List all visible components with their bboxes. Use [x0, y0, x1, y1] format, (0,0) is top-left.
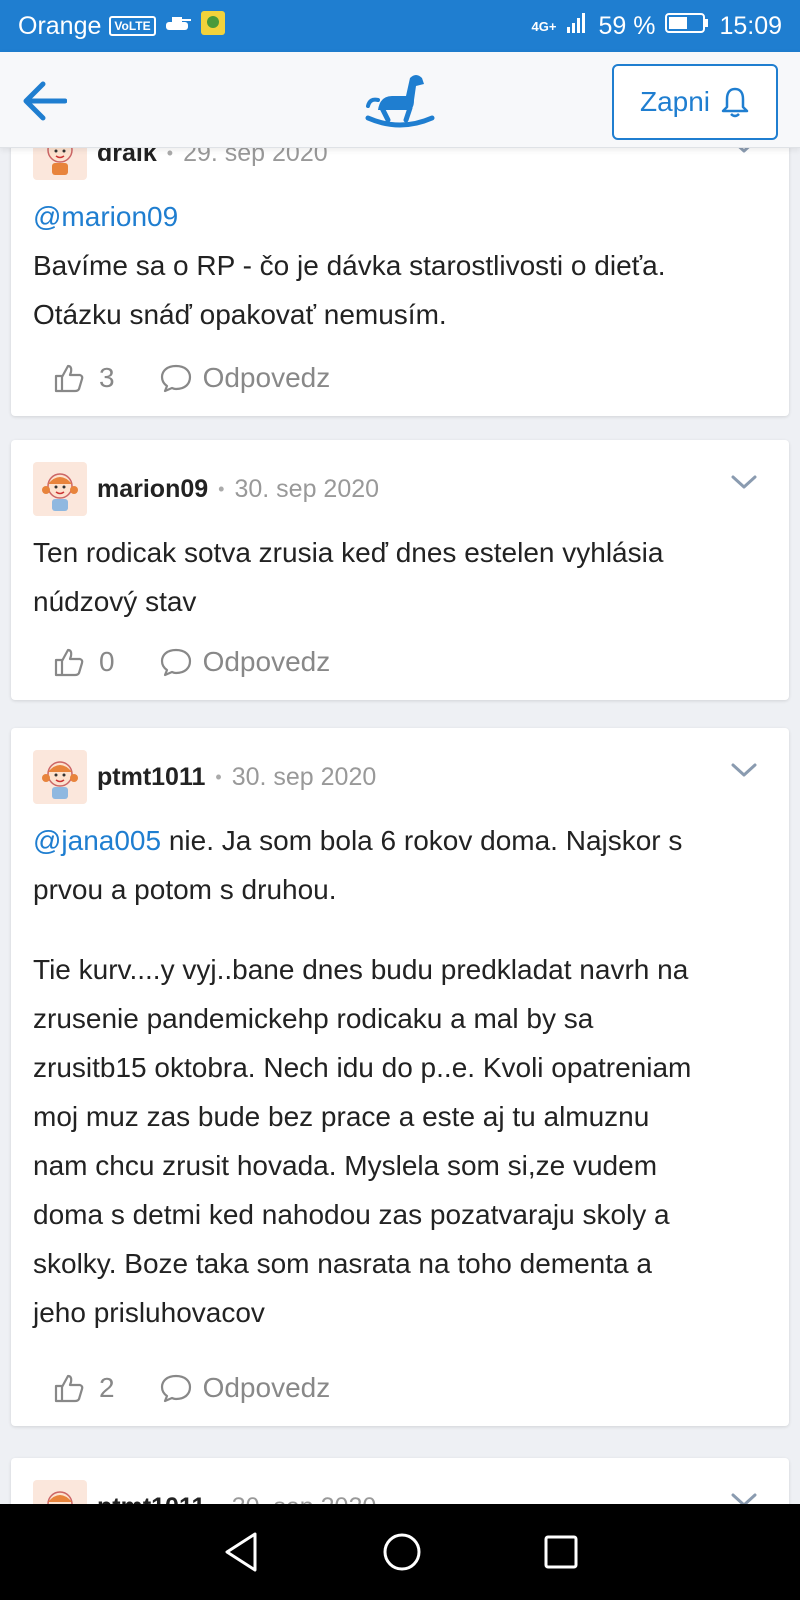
- comment-line: zrusitb15 oktobra. Nech idu do p..e. Kvo…: [33, 1052, 692, 1083]
- comment-card: marion09 • 30. sep 2020 Ten rodicak sotv…: [11, 440, 789, 700]
- speech-bubble-icon: [160, 1374, 191, 1403]
- chevron-down-icon[interactable]: [729, 472, 759, 492]
- comment-body: @marion09 Bavíme sa o RP - čo je dávka s…: [33, 192, 763, 339]
- nav-recents-icon[interactable]: [543, 1534, 579, 1570]
- comment-card: ptmt1011 • 30. sep 2020: [11, 1458, 789, 1504]
- avatar[interactable]: [33, 148, 87, 180]
- comment-line: Otázku snáď opakovať nemusím.: [33, 299, 447, 330]
- follow-label: Zapni: [639, 86, 711, 117]
- comment-header: ptmt1011 • 30. sep 2020: [33, 750, 376, 804]
- girl-avatar-icon: [42, 473, 78, 511]
- comment-line: Tie kurv....y vyj..bane dnes budu predkl…: [33, 954, 689, 985]
- separator-dot: •: [218, 478, 225, 499]
- reply-button[interactable]: Odpovedz: [159, 646, 331, 678]
- thumbs-up-icon[interactable]: [53, 1372, 85, 1404]
- separator-dot: •: [166, 148, 174, 163]
- back-button[interactable]: [18, 76, 70, 126]
- thumbs-up-icon[interactable]: [53, 362, 85, 394]
- comment-line: doma s detmi ked nahodou zas pozatvaraju…: [33, 1199, 670, 1230]
- avatar[interactable]: [33, 462, 87, 516]
- comment-body: Ten rodicak sotva zrusia keď dnes estele…: [33, 528, 763, 626]
- follow-button[interactable]: Zapni: [612, 64, 778, 140]
- clock: 15:09: [719, 11, 782, 40]
- comment-card: ptmt1011 • 30. sep 2020 @jana005 nie. Ja…: [11, 728, 789, 1426]
- comment-header: marion09 • 30. sep 2020: [33, 462, 379, 516]
- nav-home-icon[interactable]: [382, 1532, 422, 1572]
- comment-author[interactable]: ptmt1011: [97, 1493, 205, 1505]
- comment-author[interactable]: ptmt1011: [97, 763, 205, 792]
- comment-header: ptmt1011 • 30. sep 2020: [33, 1480, 376, 1504]
- girl-avatar-icon: [47, 1491, 73, 1504]
- comment-date: 30. sep 2020: [232, 1493, 377, 1505]
- comment-date: 29. sep 2020: [183, 148, 328, 167]
- comment-line: @jana005 nie. Ja som bola 6 rokov doma. …: [33, 816, 763, 865]
- comment-line: moj muz zas bude bez prace a este aj tu …: [33, 1101, 650, 1132]
- home-logo[interactable]: [364, 70, 436, 130]
- comment-line: nam chcu zrusit hovada. Myslela som si,z…: [33, 1150, 658, 1181]
- status-bar: Orange VoLTE 4G+ 59 % 15:09: [0, 0, 800, 52]
- reply-label: Odpovedz: [202, 362, 331, 393]
- avatar[interactable]: [33, 750, 87, 804]
- nav-back-icon[interactable]: [221, 1530, 261, 1574]
- battery-percent: 59 %: [598, 11, 656, 40]
- reply-label: Odpovedz: [202, 646, 331, 677]
- like-count: 2: [99, 1372, 115, 1403]
- comment-line: núdzový stav: [33, 586, 197, 617]
- rocking-horse-icon: [365, 75, 435, 128]
- comment-line: jeho prisluhovacov: [33, 1297, 265, 1328]
- girl-avatar-icon: [47, 148, 73, 175]
- reply-label: Odpovedz: [202, 1372, 331, 1403]
- reply-button[interactable]: Odpovedz: [159, 362, 331, 394]
- arrow-left-icon: [23, 81, 67, 121]
- app-bar: Zapni: [0, 52, 800, 148]
- like-count: 3: [99, 362, 115, 393]
- speech-bubble-icon: [160, 364, 191, 393]
- carrier-name: Orange: [18, 11, 102, 40]
- comment-feed[interactable]: draik • 29. sep 2020 @marion09 Bavíme sa…: [0, 148, 800, 1504]
- avatar[interactable]: [33, 1480, 87, 1504]
- like-count: 0: [99, 646, 115, 677]
- comment-body: @jana005 nie. Ja som bola 6 rokov doma. …: [33, 816, 763, 1337]
- comment-card: draik • 29. sep 2020 @marion09 Bavíme sa…: [11, 148, 789, 416]
- mention-link[interactable]: @marion09: [33, 192, 763, 241]
- comment-date: 30. sep 2020: [231, 762, 377, 791]
- comment-actions: 3 Odpovedz: [53, 358, 330, 398]
- chevron-down-icon[interactable]: [729, 1490, 759, 1504]
- girl-avatar-icon: [42, 761, 78, 799]
- comment-line: zrusenie pandemickehp rodicaku a mal by …: [33, 1003, 594, 1034]
- comment-actions: 2 Odpovedz: [53, 1368, 330, 1408]
- thumbs-up-icon[interactable]: [53, 646, 85, 678]
- comment-line: skolky. Boze taka som nasrata na toho de…: [33, 1248, 652, 1279]
- signal-icon: [566, 12, 588, 41]
- network-type: 4G+: [531, 18, 557, 34]
- comment-author[interactable]: marion09: [97, 475, 208, 504]
- comment-text: nie. Ja som bola 6 rokov doma. Najskor s: [161, 825, 683, 856]
- volte-badge: VoLTE: [109, 16, 156, 36]
- reply-button[interactable]: Odpovedz: [159, 1372, 331, 1404]
- comment-header: draik • 29. sep 2020: [33, 148, 328, 180]
- comment-actions: 0 Odpovedz: [53, 642, 330, 682]
- bell-icon: [721, 87, 749, 118]
- comment-line: Bavíme sa o RP - čo je dávka starostlivo…: [33, 250, 666, 281]
- chevron-down-icon[interactable]: [729, 148, 759, 156]
- comment-author[interactable]: draik: [97, 148, 157, 168]
- separator-dot: •: [215, 766, 222, 787]
- tank-app-icon: [164, 12, 192, 41]
- separator-dot: •: [215, 1497, 221, 1505]
- comment-line: Ten rodicak sotva zrusia keď dnes estele…: [33, 537, 664, 568]
- comment-date: 30. sep 2020: [234, 474, 380, 503]
- battery-icon: [665, 12, 709, 41]
- game-app-icon: [200, 10, 226, 43]
- comment-line: prvou a potom s druhou.: [33, 874, 337, 905]
- speech-bubble-icon: [160, 648, 191, 677]
- chevron-down-icon[interactable]: [729, 760, 759, 780]
- system-nav-bar: [0, 1504, 800, 1600]
- mention-link[interactable]: @jana005: [33, 825, 161, 856]
